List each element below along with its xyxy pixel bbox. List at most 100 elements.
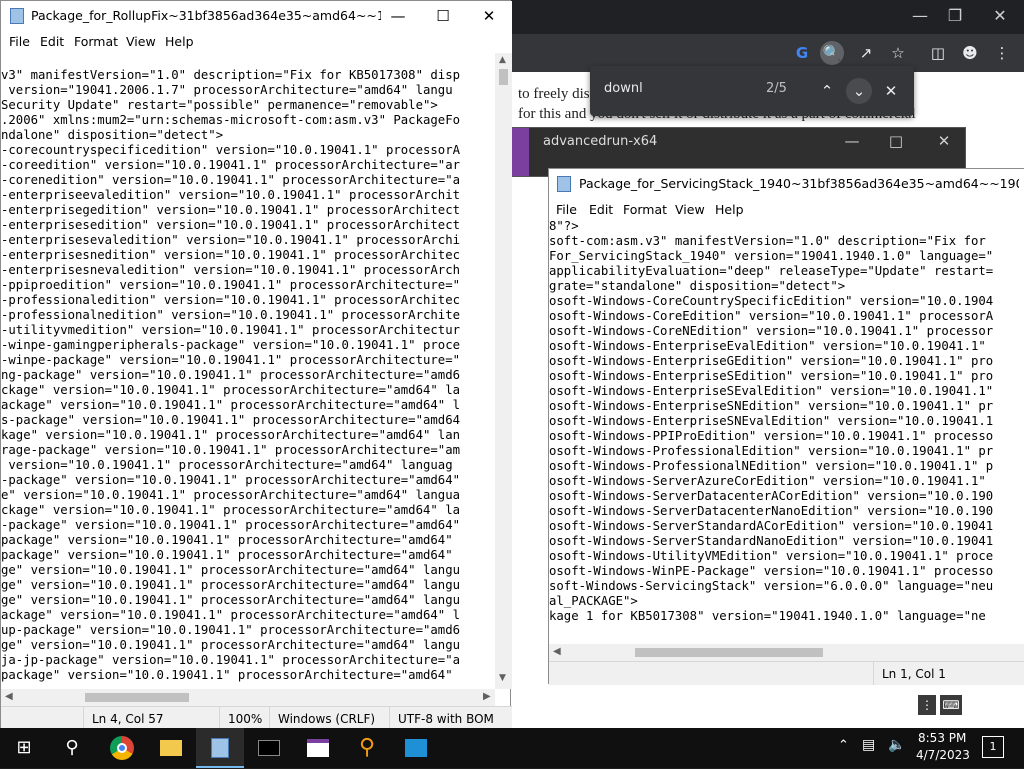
search-icon[interactable]: ⚲ (48, 728, 96, 768)
text-area[interactable]: v3" manifestVersion="1.0" description="F… (1, 68, 495, 688)
clock-date[interactable]: 4/7/2023 (916, 748, 970, 762)
notepad-taskbar-icon[interactable] (196, 728, 244, 768)
share-icon[interactable]: ↗ (854, 41, 878, 65)
scroll-left-icon[interactable]: ◀ (553, 646, 561, 657)
close-icon[interactable]: ✕ (469, 4, 509, 28)
menu-bar: File Edit Format View Help (1, 31, 512, 53)
google-icon[interactable]: G (790, 41, 814, 65)
side-panel-icon[interactable]: ◫ (926, 41, 950, 65)
window-title: Package_for_ServicingStack_1940~31bf3856… (579, 176, 1019, 191)
scrollbar-thumb[interactable] (635, 648, 823, 657)
zoom-search-icon[interactable]: 🔍 (820, 41, 844, 65)
menu-help[interactable]: Help (715, 202, 744, 217)
text-line: For_ServicingStack_1940" version="19041.… (549, 249, 994, 263)
text-line: osoft-Windows-PPIProEdition" version="10… (549, 429, 994, 443)
text-line: Security Update" restart="possible" perm… (1, 98, 438, 112)
search-tool-taskbar-icon[interactable]: ⚲ (343, 728, 391, 768)
cmd-taskbar-icon[interactable] (245, 728, 293, 768)
scroll-up-icon[interactable]: ▲ (499, 55, 506, 65)
menu-view[interactable]: View (675, 202, 705, 217)
text-line: ng-package" version="10.0.19041.1" proce… (1, 368, 461, 382)
text-line: ja-jp-package" version="10.0.19041.1" pr… (1, 653, 461, 667)
scroll-down-icon[interactable]: ▼ (499, 673, 506, 683)
app-window-taskbar-icon[interactable] (294, 728, 342, 768)
minimize-icon[interactable]: — (906, 4, 934, 28)
close-icon[interactable]: ✕ (986, 4, 1014, 28)
menu-help[interactable]: Help (165, 34, 194, 49)
notepad-icon (10, 8, 24, 24)
scrollbar-thumb[interactable] (85, 693, 189, 702)
text-line: s-package" version="10.0.19041.1" proces… (1, 413, 461, 427)
find-input[interactable]: downl (604, 81, 643, 96)
menu-file[interactable]: File (9, 34, 30, 49)
network-icon[interactable]: ▤ (862, 737, 875, 753)
text-line: version="10.0.19041.1" processorArchitec… (1, 458, 453, 472)
menu-file[interactable]: File (556, 202, 577, 217)
text-line: -professionalnedition" version="10.0.190… (1, 308, 461, 322)
zoom-level: 100% (219, 707, 269, 729)
status-bar: Ln 1, Col 1 (549, 661, 1024, 685)
profile-icon[interactable]: ☻ (958, 41, 982, 65)
close-icon[interactable]: ✕ (994, 688, 1018, 712)
text-line: osoft-Windows-EnterpriseEvalEdition" ver… (549, 339, 986, 353)
menu-format[interactable]: Format (74, 34, 118, 49)
maximize-icon[interactable]: ☐ (423, 4, 463, 28)
file-explorer-icon[interactable] (147, 728, 195, 768)
menu-edit[interactable]: Edit (40, 34, 64, 49)
text-line: osoft-Windows-ServerAzureCorEdition" ver… (549, 474, 986, 488)
notifications-icon[interactable]: 1 (982, 736, 1004, 758)
menu-bar: File Edit Format View Help (549, 199, 1024, 221)
horizontal-scrollbar[interactable]: ◀ ▶ (1, 689, 495, 706)
volume-icon[interactable]: 🔈 (888, 737, 905, 753)
scroll-right-icon[interactable]: ▶ (483, 691, 491, 702)
text-line: osoft-Windows-ServerStandardACorEdition"… (549, 519, 994, 533)
text-line: osoft-Windows-EnterpriseGEdition" versio… (549, 354, 994, 368)
text-line: soft-com:asm.v3" manifestVersion="1.0" d… (549, 234, 986, 248)
close-icon[interactable]: ✕ (929, 132, 959, 150)
find-next-icon[interactable]: ⌄ (846, 78, 872, 104)
text-line: rage-package" version="10.0.19041.1" pro… (1, 443, 461, 457)
find-previous-icon[interactable]: ⌃ (814, 78, 840, 104)
menu-edit[interactable]: Edit (589, 202, 613, 217)
window-title: advancedrun-x64 (543, 134, 658, 149)
minimize-icon[interactable]: — (378, 4, 418, 28)
minimize-icon[interactable]: — (837, 132, 867, 150)
text-line: -corecountryspecificedition" version="10… (1, 143, 461, 157)
text-line: ge" version="10.0.19041.1" processorArch… (1, 593, 461, 607)
find-close-icon[interactable]: ✕ (878, 78, 904, 104)
encoding: UTF-8 with BOM (389, 707, 512, 729)
menu-format[interactable]: Format (623, 202, 667, 217)
terminal-icon (258, 740, 280, 756)
text-line: -professionaledition" version="10.0.1904… (1, 293, 461, 307)
restore-icon[interactable]: ❐ (941, 4, 969, 28)
clock-time[interactable]: 8:53 PM (918, 731, 966, 745)
keyboard-icon[interactable]: ⌨ (940, 695, 962, 715)
status-bar: Ln 4, Col 57 100% Windows (CRLF) UTF-8 w… (1, 706, 512, 729)
scroll-left-icon[interactable]: ◀ (5, 691, 13, 702)
panel-toggle-icon[interactable]: ⋮ (918, 695, 936, 715)
maximize-icon[interactable]: □ (881, 132, 911, 150)
line-ending: Windows (CRLF) (269, 707, 389, 729)
text-line: soft-Windows-ServicingStack" version="6.… (549, 579, 994, 593)
menu-view[interactable]: View (126, 34, 156, 49)
vertical-scrollbar[interactable]: ▲ ▼ (495, 53, 512, 689)
text-line: -enterprisesevaledition" version="10.0.1… (1, 233, 461, 247)
chrome-logo-icon (110, 736, 134, 760)
menu-kebab-icon[interactable]: ⋮ (990, 41, 1014, 65)
scrollbar-thumb[interactable] (499, 69, 508, 85)
text-line: applicabilityEvaluation="deep" releaseTy… (549, 264, 994, 278)
start-windows-icon[interactable]: ⊞ (0, 728, 48, 768)
chrome-taskbar-icon[interactable] (98, 728, 146, 768)
show-hidden-icons-icon[interactable]: ⌃ (838, 738, 849, 753)
notepad-icon (211, 738, 229, 758)
text-area[interactable]: 8"?> soft-com:asm.v3" manifestVersion="1.… (549, 219, 1024, 644)
text-line: grate="standalone" disposition="detect"> (549, 279, 846, 293)
magnifier-icon: ⚲ (358, 735, 376, 760)
horizontal-scrollbar[interactable]: ◀ (549, 644, 1024, 661)
cursor-position: Ln 1, Col 1 (873, 662, 1024, 685)
bookmark-star-icon[interactable]: ☆ (886, 41, 910, 65)
text-line: osoft-Windows-EnterpriseSNEdition" versi… (549, 399, 994, 413)
text-line: 8"?> (549, 219, 579, 233)
text-line: -enterprisesnedition" version="10.0.1904… (1, 248, 461, 262)
control-panel-taskbar-icon[interactable] (392, 728, 440, 768)
